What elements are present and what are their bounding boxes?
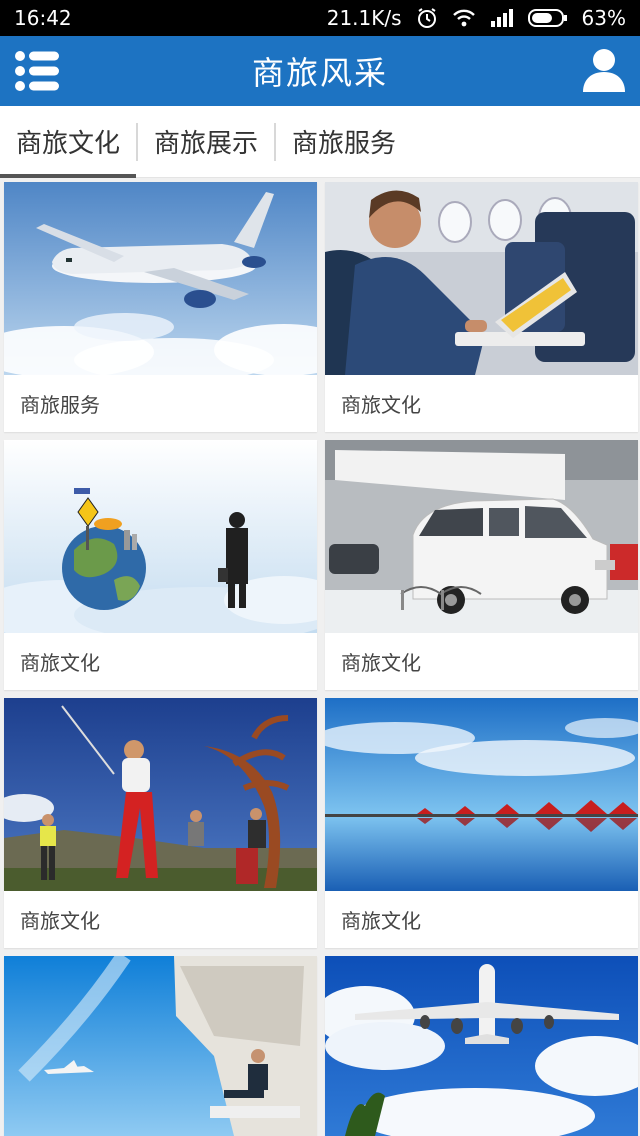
grid-card[interactable]: 商旅文化 xyxy=(325,698,638,948)
grid-card[interactable] xyxy=(4,956,317,1136)
card-caption: 商旅文化 xyxy=(341,909,421,933)
tab-bar: 商旅文化 商旅展示 商旅服务 xyxy=(0,106,640,178)
grid-card[interactable] xyxy=(325,956,638,1136)
grid-card[interactable]: 商旅文化 xyxy=(4,698,317,948)
tab-label: 商旅服务 xyxy=(292,129,397,159)
grid-card[interactable]: 商旅文化 xyxy=(325,182,638,432)
battery-percent: 63% xyxy=(581,6,626,30)
airplane-over-clouds-image xyxy=(4,182,317,375)
card-grid: 商旅服务 商旅文化 商旅文化 商旅文化 商旅文化 商旅文化 xyxy=(4,182,638,1136)
network-speed: 21.1K/s xyxy=(326,6,402,30)
grid-card[interactable]: 商旅文化 xyxy=(4,440,317,690)
user-icon[interactable] xyxy=(580,46,628,94)
tab-label: 商旅展示 xyxy=(154,129,259,159)
airliner-image xyxy=(325,956,638,1136)
status-bar: 16:42 21.1K/s 63% xyxy=(0,0,640,36)
tab-label: 商旅文化 xyxy=(16,129,121,159)
card-caption: 商旅服务 xyxy=(20,393,100,417)
status-time: 16:42 xyxy=(14,6,72,30)
white-van-image xyxy=(325,440,638,633)
tab-showcase[interactable]: 商旅展示 xyxy=(138,106,274,178)
globe-and-businessman-image xyxy=(4,440,317,633)
grid-card[interactable]: 商旅服务 xyxy=(4,182,317,432)
tab-culture[interactable]: 商旅文化 xyxy=(0,106,137,178)
golfers-image xyxy=(4,698,317,891)
card-caption: 商旅文化 xyxy=(341,393,421,417)
tab-service[interactable]: 商旅服务 xyxy=(276,106,412,178)
battery-icon xyxy=(527,8,568,28)
signal-icon xyxy=(490,8,514,28)
card-caption: 商旅文化 xyxy=(341,651,421,675)
man-on-ship-deck-image xyxy=(4,956,317,1136)
businessman-with-laptop-image xyxy=(325,182,638,375)
card-caption: 商旅文化 xyxy=(20,909,100,933)
wifi-icon xyxy=(452,8,476,28)
list-menu-icon[interactable] xyxy=(14,50,60,92)
red-huts-on-water-image xyxy=(325,698,638,891)
page-title: 商旅风采 xyxy=(251,54,388,92)
app-bar: 商旅风采 xyxy=(0,36,640,106)
grid-card[interactable]: 商旅文化 xyxy=(325,440,638,690)
alarm-icon xyxy=(416,7,438,29)
card-caption: 商旅文化 xyxy=(20,651,100,675)
status-indicators: 21.1K/s 63% xyxy=(327,6,626,30)
